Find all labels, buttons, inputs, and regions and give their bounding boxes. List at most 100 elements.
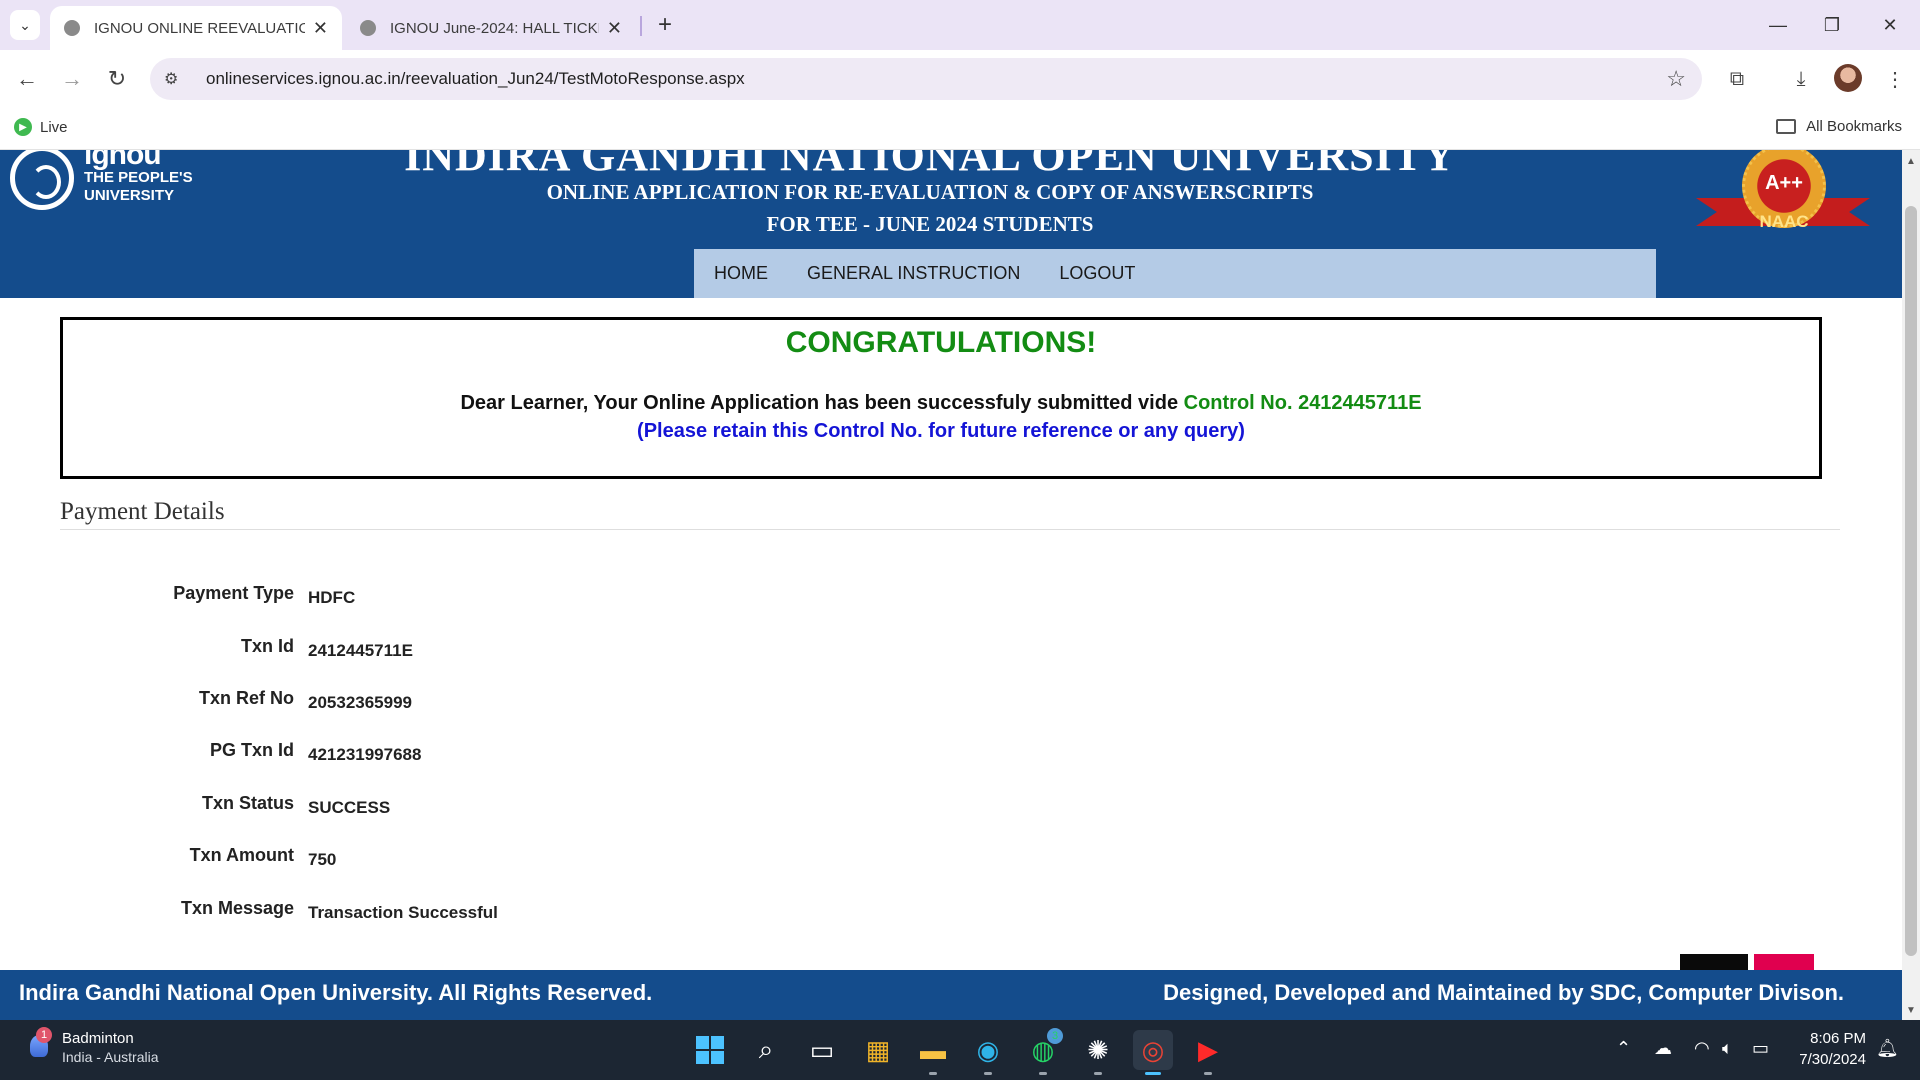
- payment-label: PG Txn Id: [209, 740, 294, 760]
- menu-general-instruction[interactable]: GENERAL INSTRUCTION: [807, 263, 1020, 284]
- payment-value: 421231997688: [308, 745, 422, 764]
- browser-tab-bar: ⌄ IGNOU ONLINE REEVALUATION ✕ IGNOU June…: [0, 0, 1920, 50]
- minimize-button[interactable]: —: [1756, 8, 1800, 42]
- site-info-icon[interactable]: ⚙: [164, 69, 188, 89]
- menu-logout[interactable]: LOGOUT: [1059, 263, 1135, 284]
- clock-date: 7/30/2024: [1799, 1051, 1866, 1068]
- payment-label: Txn Status: [201, 793, 294, 813]
- congratulations-heading: CONGRATULATIONS!: [785, 326, 1097, 359]
- onedrive-icon[interactable]: ☁: [1654, 1038, 1672, 1059]
- url-text[interactable]: onlineservices.ignou.ac.in/reevaluation_…: [206, 69, 745, 89]
- more-menu-icon[interactable]: ⋮: [1880, 64, 1910, 94]
- browser-toolbar: ← → ↻ ⚙ onlineservices.ignou.ac.in/reeva…: [0, 50, 1920, 108]
- start-button[interactable]: [690, 1030, 730, 1070]
- close-icon[interactable]: ✕: [607, 18, 622, 39]
- chatgpt-icon[interactable]: ✺: [1078, 1030, 1118, 1075]
- site-footer: Indira Gandhi National Open University. …: [0, 970, 1902, 1020]
- payment-row: PG Txn Id 421231997688: [0, 740, 1902, 770]
- search-icon[interactable]: ⌕: [746, 1030, 786, 1070]
- chevron-down-icon: ⌄: [19, 16, 31, 33]
- payment-label: Txn Id: [241, 636, 294, 656]
- bookmark-live[interactable]: ▶ Live: [14, 118, 68, 136]
- close-window-button[interactable]: ✕: [1868, 8, 1912, 42]
- payment-row: Txn Ref No 20532365999: [0, 688, 1902, 718]
- page-scrollbar[interactable]: ▲ ▼: [1902, 150, 1920, 1020]
- globe-icon: [64, 20, 80, 36]
- scroll-down-icon[interactable]: ▼: [1906, 1005, 1916, 1016]
- tab-hall-ticket[interactable]: IGNOU June-2024: HALL TICKET ✕: [346, 6, 636, 50]
- clock-time: 8:06 PM: [1810, 1030, 1866, 1047]
- all-bookmarks[interactable]: All Bookmarks: [1776, 118, 1902, 135]
- store-icon[interactable]: ▦: [858, 1030, 898, 1070]
- forward-button[interactable]: →: [55, 62, 89, 96]
- extensions-icon[interactable]: ⧉: [1722, 64, 1752, 94]
- payment-row: Txn Id 2412445711E: [0, 636, 1902, 666]
- new-tab-button[interactable]: +: [650, 10, 680, 40]
- payment-row: Payment Type HDFC: [0, 583, 1902, 613]
- payment-value: 20532365999: [308, 693, 413, 712]
- tab-search-button[interactable]: ⌄: [10, 10, 40, 40]
- site-header: ignou THE PEOPLE'S UNIVERSITY INDIRA GAN…: [0, 150, 1902, 298]
- confirmation-panel: CONGRATULATIONS! Dear Learner, Your Onli…: [60, 317, 1822, 479]
- scrollbar-thumb[interactable]: [1905, 206, 1917, 956]
- task-view-icon[interactable]: ▭: [802, 1030, 842, 1070]
- notification-bell-icon[interactable]: 🔔︎: [1876, 1038, 1899, 1059]
- page-viewport: ignou THE PEOPLE'S UNIVERSITY INDIRA GAN…: [0, 150, 1902, 1020]
- all-bookmarks-label: All Bookmarks: [1806, 118, 1902, 135]
- folder-icon: [1776, 119, 1797, 134]
- youtube-icon[interactable]: ▶: [1188, 1030, 1228, 1075]
- payment-label: Txn Message: [180, 898, 294, 918]
- windows-taskbar: 1 Badminton India - Australia ⌕ ▭ ▦ ▬ ◉ …: [0, 1020, 1920, 1080]
- reload-button[interactable]: ↻: [100, 62, 134, 96]
- tab-separator: [640, 16, 642, 36]
- payment-details-heading: Payment Details: [60, 498, 225, 525]
- payment-label: Payment Type: [173, 583, 294, 603]
- application-subtitle: ONLINE APPLICATION FOR RE-EVALUATION & C…: [546, 180, 1314, 204]
- profile-avatar[interactable]: [1834, 64, 1862, 92]
- system-clock[interactable]: 8:06 PM 7/30/2024: [1788, 1028, 1866, 1070]
- address-bar[interactable]: ⚙ onlineservices.ignou.ac.in/reevaluatio…: [150, 58, 1702, 100]
- close-icon[interactable]: ✕: [313, 18, 328, 39]
- windows-icon: [696, 1036, 724, 1064]
- retain-note: (Please retain this Control No. for futu…: [637, 420, 1245, 442]
- wifi-icon[interactable]: ◠: [1694, 1038, 1710, 1059]
- play-icon: ▶: [14, 118, 32, 136]
- widget-badge: 1: [36, 1027, 52, 1043]
- volume-icon[interactable]: 🔈︎: [1722, 1038, 1733, 1059]
- session-subtitle: FOR TEE - JUNE 2024 STUDENTS: [766, 212, 1094, 236]
- payment-label: Txn Ref No: [198, 688, 294, 708]
- tab-title: IGNOU June-2024: HALL TICKET: [390, 19, 599, 37]
- widget-icon: 1: [26, 1027, 52, 1059]
- main-menu: HOME GENERAL INSTRUCTION LOGOUT: [694, 249, 1656, 298]
- confirmation-message: Dear Learner, Your Online Application ha…: [63, 392, 1819, 415]
- whatsapp-icon[interactable]: ◍ 3: [1023, 1028, 1063, 1075]
- restore-button[interactable]: ❐: [1810, 8, 1854, 42]
- payment-value: HDFC: [308, 588, 356, 607]
- widget-title: Badminton: [62, 1030, 134, 1047]
- footer-credit: Designed, Developed and Maintained by SD…: [1163, 980, 1844, 1005]
- payment-value: SUCCESS: [308, 798, 391, 817]
- bookmark-star-icon[interactable]: ☆: [1666, 66, 1686, 92]
- payment-row: Txn Amount 750: [0, 845, 1902, 875]
- news-widget[interactable]: 1 Badminton India - Australia: [26, 1027, 159, 1067]
- battery-icon[interactable]: ▭: [1752, 1038, 1769, 1059]
- download-icon[interactable]: ⤓: [1786, 64, 1816, 94]
- confirmation-text: Dear Learner, Your Online Application ha…: [460, 392, 1179, 414]
- chrome-icon[interactable]: ◎: [1133, 1030, 1173, 1075]
- file-explorer-icon[interactable]: ▬: [913, 1030, 953, 1075]
- chevron-up-icon[interactable]: ⌃: [1616, 1038, 1631, 1059]
- payment-value: Transaction Successful: [308, 903, 498, 922]
- back-button[interactable]: ←: [10, 62, 44, 96]
- university-title: INDIRA GANDHI NATIONAL OPEN UNIVERSITY: [404, 150, 1456, 180]
- globe-icon: [360, 20, 376, 36]
- footer-copyright: Indira Gandhi National Open University. …: [19, 980, 653, 1005]
- edge-icon[interactable]: ◉: [968, 1030, 1008, 1075]
- bookmark-live-label: Live: [40, 118, 68, 136]
- scroll-up-icon[interactable]: ▲: [1906, 156, 1916, 167]
- tab-title: IGNOU ONLINE REEVALUATION: [94, 19, 305, 37]
- tab-ignou-reevaluation[interactable]: IGNOU ONLINE REEVALUATION ✕: [50, 6, 342, 50]
- menu-home[interactable]: HOME: [714, 263, 768, 284]
- payment-label: Txn Amount: [189, 845, 294, 865]
- payment-value: 2412445711E: [308, 641, 413, 660]
- payment-value: 750: [308, 850, 337, 869]
